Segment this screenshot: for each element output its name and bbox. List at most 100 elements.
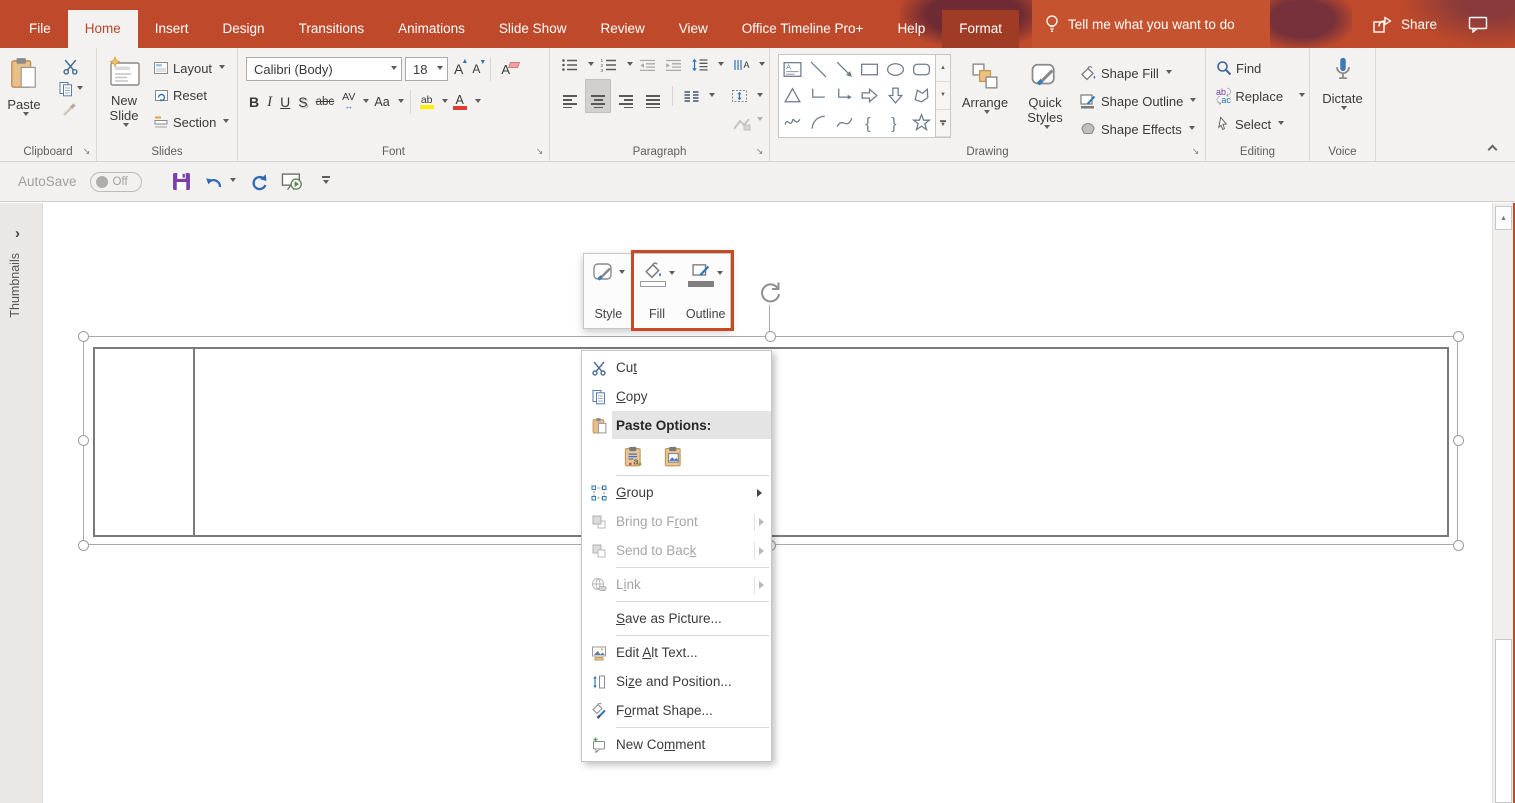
- tell-me-search[interactable]: Tell me what you want to do: [1032, 0, 1270, 48]
- resize-handle-top-center[interactable]: [765, 331, 776, 342]
- resize-handle-mid-left[interactable]: [78, 435, 89, 446]
- shape-rounded-rectangle-icon[interactable]: [911, 59, 932, 80]
- italic-button[interactable]: I: [264, 93, 275, 112]
- bold-button[interactable]: B: [246, 93, 262, 111]
- shape-fill-button[interactable]: Shape Fill: [1079, 62, 1196, 84]
- resize-handle-top-right[interactable]: [1453, 331, 1464, 342]
- menu-item-cut[interactable]: Cut: [582, 353, 771, 382]
- expand-thumbnails-chevron[interactable]: ›: [15, 225, 20, 242]
- shape-effects-button[interactable]: Shape Effects: [1079, 118, 1196, 140]
- font-size-combo[interactable]: 18: [405, 57, 448, 81]
- menu-item-size-and-position[interactable]: Size and Position...: [582, 667, 771, 696]
- shape-freeform-icon[interactable]: [911, 85, 932, 106]
- shape-triangle-icon[interactable]: [782, 85, 803, 106]
- select-button[interactable]: Select: [1216, 113, 1309, 135]
- replace-button[interactable]: ab⤸ ⤹ac Replace: [1216, 85, 1309, 107]
- comments-button[interactable]: [1468, 0, 1488, 48]
- shape-textbox-icon[interactable]: A: [782, 59, 803, 80]
- shape-right-arrow-icon[interactable]: [859, 85, 880, 106]
- collapse-ribbon-button[interactable]: [1489, 143, 1499, 153]
- paste-button[interactable]: Paste: [0, 48, 48, 140]
- scrollbar-thumb[interactable]: [1495, 639, 1512, 803]
- menu-item-new-comment[interactable]: New Comment: [582, 730, 771, 759]
- tab-review[interactable]: Review: [583, 10, 661, 48]
- underline-button[interactable]: U: [277, 93, 293, 111]
- tab-format[interactable]: Format: [942, 10, 1019, 48]
- columns-button[interactable]: [680, 89, 703, 104]
- decrease-indent-button[interactable]: [636, 58, 659, 73]
- paste-dropdown[interactable]: [23, 112, 29, 119]
- shape-left-brace-icon[interactable]: {: [859, 112, 880, 133]
- increase-indent-button[interactable]: [662, 58, 685, 73]
- vertical-scrollbar[interactable]: ▲: [1492, 203, 1513, 803]
- section-button[interactable]: Section: [153, 111, 229, 133]
- font-name-combo[interactable]: Calibri (Body): [246, 57, 402, 81]
- shape-rectangle-icon[interactable]: [859, 59, 880, 80]
- tab-home[interactable]: Home: [68, 10, 138, 48]
- resize-handle-mid-right[interactable]: [1453, 435, 1464, 446]
- shape-curve-icon[interactable]: [834, 112, 855, 133]
- thumbnails-panel-collapsed[interactable]: › Thumbnails: [0, 203, 43, 803]
- shape-star-icon[interactable]: [911, 112, 932, 133]
- arrange-button[interactable]: Arrange: [951, 54, 1019, 146]
- scrollbar-up-button[interactable]: ▲: [1495, 206, 1512, 230]
- shrink-font-button[interactable]: A▼: [469, 61, 483, 77]
- shape-elbow-arrow-connector-icon[interactable]: [834, 85, 855, 106]
- share-button[interactable]: Share: [1372, 0, 1437, 48]
- copy-button[interactable]: [58, 81, 83, 97]
- tab-office-timeline-pro[interactable]: Office Timeline Pro+: [725, 10, 881, 48]
- menu-item-bring-to-front[interactable]: Bring to Front: [582, 507, 771, 536]
- table-column-divider[interactable]: [193, 349, 195, 535]
- text-shadow-button[interactable]: S: [295, 93, 310, 111]
- font-dialog-launcher[interactable]: [534, 146, 545, 157]
- align-center-button[interactable]: [585, 79, 611, 113]
- undo-button[interactable]: [204, 174, 236, 190]
- find-button[interactable]: Find: [1216, 57, 1309, 79]
- resize-handle-bottom-right[interactable]: [1453, 540, 1464, 551]
- numbering-button[interactable]: 123: [597, 57, 621, 73]
- resize-handle-top-left[interactable]: [78, 331, 89, 342]
- outline-button[interactable]: Outline: [681, 254, 730, 328]
- shape-down-arrow-icon[interactable]: [885, 85, 906, 106]
- gallery-scroll-down[interactable]: ▼: [936, 82, 950, 109]
- resize-handle-bottom-left[interactable]: [78, 540, 89, 551]
- menu-item-copy[interactable]: Copy: [582, 382, 771, 411]
- paste-picture-button[interactable]: [660, 443, 687, 470]
- align-right-button[interactable]: [614, 80, 638, 112]
- grow-font-button[interactable]: A▲: [451, 60, 466, 78]
- new-slide-button[interactable]: New Slide: [97, 48, 151, 140]
- bullets-button[interactable]: [558, 57, 582, 73]
- shape-right-brace-icon[interactable]: }: [885, 112, 906, 133]
- menu-item-send-to-back[interactable]: Send to Back: [582, 536, 771, 565]
- clear-formatting-button[interactable]: A: [498, 61, 513, 78]
- drawing-dialog-launcher[interactable]: [1190, 146, 1201, 157]
- redo-button[interactable]: [249, 173, 268, 191]
- save-button[interactable]: [172, 172, 191, 191]
- format-painter-button[interactable]: [62, 103, 78, 117]
- quick-styles-button[interactable]: Quick Styles: [1019, 54, 1071, 146]
- shape-outline-button[interactable]: Shape Outline: [1079, 90, 1196, 112]
- rotate-handle-icon[interactable]: [757, 279, 783, 305]
- highlight-color-button[interactable]: ab: [417, 94, 437, 110]
- tab-view[interactable]: View: [662, 10, 725, 48]
- line-spacing-button[interactable]: [688, 57, 712, 73]
- menu-item-format-shape[interactable]: Format Shape...: [582, 696, 771, 725]
- convert-to-smartart-button[interactable]: [730, 117, 754, 132]
- menu-item-save-as-picture[interactable]: Save as Picture...: [582, 604, 771, 633]
- tab-design[interactable]: Design: [206, 10, 282, 48]
- align-text-button[interactable]: [728, 88, 751, 104]
- cut-button[interactable]: [62, 58, 79, 75]
- reset-button[interactable]: Reset: [153, 84, 229, 106]
- tab-animations[interactable]: Animations: [381, 10, 482, 48]
- strikethrough-button[interactable]: abc: [313, 95, 338, 109]
- paste-keep-text-button[interactable]: a: [620, 443, 647, 470]
- change-case-button[interactable]: Aa: [371, 94, 392, 110]
- style-button[interactable]: Style: [584, 254, 633, 328]
- tab-transitions[interactable]: Transitions: [282, 10, 382, 48]
- tab-insert[interactable]: Insert: [138, 10, 206, 48]
- character-spacing-button[interactable]: AV↔: [339, 92, 358, 112]
- clipboard-dialog-launcher[interactable]: [81, 146, 92, 157]
- menu-item-group[interactable]: Group: [582, 478, 771, 507]
- shape-arrow-icon[interactable]: [834, 59, 855, 80]
- start-slideshow-button[interactable]: [281, 172, 305, 192]
